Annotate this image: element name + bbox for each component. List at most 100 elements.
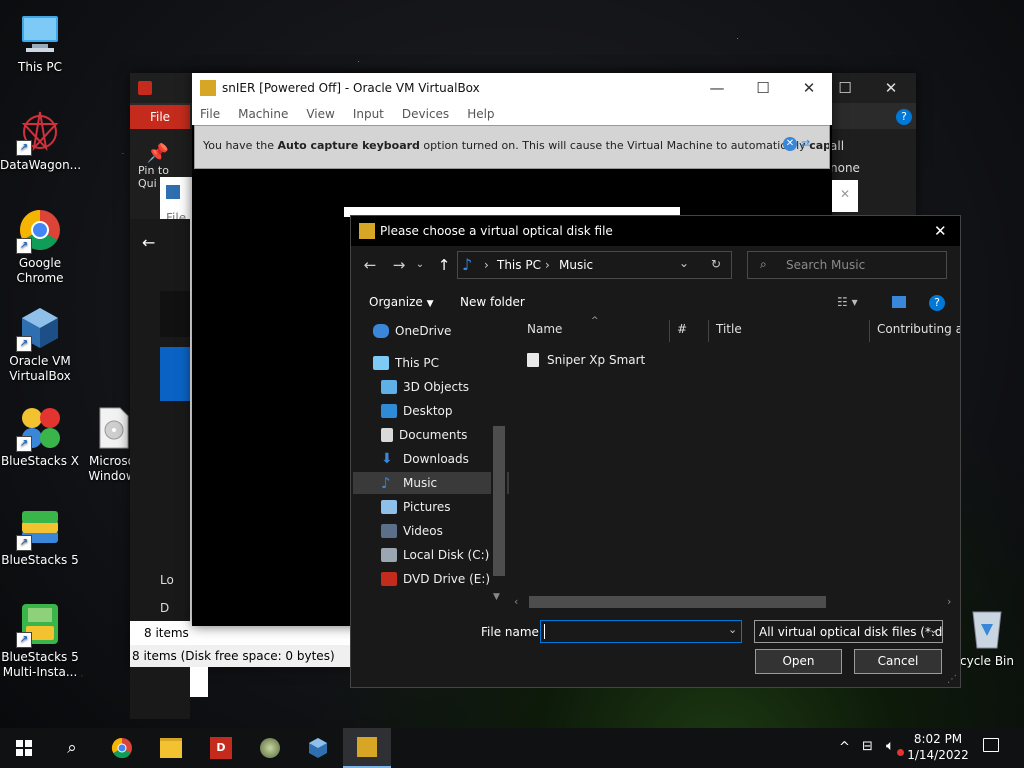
back-arrow-icon[interactable]: ←	[142, 233, 155, 252]
file-type-filter-select[interactable]: All virtual optical disk files (*.dr ⌄	[754, 620, 943, 643]
taskbar-file-explorer[interactable]	[147, 728, 195, 768]
file-name-input[interactable]: ⌄	[540, 620, 742, 643]
scroll-down-icon[interactable]: ▼	[493, 592, 500, 602]
organize-button[interactable]: Organize ▼	[369, 295, 434, 309]
address-bar[interactable]: ♪ › This PC › Music ⌄ ↻	[457, 251, 732, 279]
address-dropdown-chevron-icon[interactable]: ⌄	[679, 256, 689, 270]
taskbar-vbox-vm[interactable]	[343, 728, 391, 768]
popup-close-icon[interactable]: ✕	[832, 180, 858, 212]
column-header-number[interactable]: #	[677, 316, 687, 342]
preview-pane-icon[interactable]	[892, 296, 906, 308]
music-icon: ♪	[462, 255, 473, 274]
list-label: D	[160, 601, 170, 615]
notice-close-icon[interactable]: ✕	[783, 137, 797, 151]
desktop-icon-bluestacks-5[interactable]: ↗ BlueStacks 5	[0, 503, 80, 568]
help-icon[interactable]: ?	[896, 109, 912, 125]
recent-locations-chevron-icon[interactable]: ⌄	[413, 255, 427, 275]
notifications-icon[interactable]	[983, 738, 999, 752]
breadcrumb-separator-icon: ›	[545, 258, 550, 272]
desktop-icon-label: cycle Bin	[960, 654, 1014, 668]
vbox-close-button[interactable]: ✕	[786, 73, 832, 103]
cancel-button[interactable]: Cancel	[854, 649, 942, 674]
column-divider[interactable]	[669, 320, 670, 342]
breadcrumb-separator-icon: ›	[484, 258, 489, 272]
navigation-pane: OneDrive This PC 3D Objects Desktop Docu…	[351, 309, 517, 611]
desktop-icon-label: This PC	[18, 60, 62, 74]
new-folder-button[interactable]: New folder	[460, 295, 525, 309]
show-hidden-icons-chevron-icon[interactable]: ^	[839, 740, 850, 755]
desktop-icon-chrome[interactable]: ↗ Google Chrome	[0, 206, 80, 286]
desktop-icon-datawagon[interactable]: ↗ DataWagon...	[0, 108, 82, 173]
taskbar-datawagon[interactable]: D	[197, 728, 245, 768]
menu-devices[interactable]: Devices	[402, 103, 449, 125]
search-button[interactable]: ⌕	[48, 728, 96, 768]
nav-item-onedrive[interactable]: OneDrive	[353, 320, 509, 342]
breadcrumb-this-pc[interactable]: This PC	[497, 258, 541, 272]
desktop-icon-virtualbox[interactable]: ↗ Oracle VM VirtualBox	[0, 304, 80, 384]
column-header-name[interactable]: Name	[527, 316, 562, 342]
desktop-icon-this-pc[interactable]: This PC	[0, 10, 80, 75]
taskbar-app[interactable]	[246, 728, 294, 768]
file-name: Sniper Xp Smart	[547, 353, 646, 367]
open-button[interactable]: Open	[755, 649, 842, 674]
desktop-icon-label: Oracle VM VirtualBox	[9, 354, 71, 383]
volume-muted-icon[interactable]: 🔈︎	[886, 738, 894, 754]
forward-arrow-icon[interactable]: →	[387, 255, 411, 275]
desktop-icon-label: DataWagon...	[0, 158, 82, 172]
back-arrow-icon[interactable]: ←	[358, 255, 382, 275]
menu-machine[interactable]: Machine	[238, 103, 288, 125]
desktop-icon-bluestacks-multi[interactable]: ↗ BlueStacks 5 Multi-Insta...	[0, 600, 80, 680]
column-header-title[interactable]: Title	[716, 316, 742, 342]
desktop-icon-recycle-bin[interactable]: cycle Bin	[952, 604, 1022, 669]
column-divider[interactable]	[869, 320, 870, 342]
file-tab[interactable]: File	[130, 105, 190, 129]
clock[interactable]: 8:02 PM 1/14/2022	[906, 731, 970, 763]
select-all[interactable]: all	[830, 135, 860, 157]
start-button[interactable]	[0, 728, 48, 768]
taskbar-chrome[interactable]	[98, 728, 146, 768]
volume-muted-badge	[897, 749, 904, 756]
scroll-right-icon[interactable]: ›	[947, 595, 951, 608]
notice-info-icon[interactable]: ⇄	[801, 137, 817, 151]
vbox-minimize-button[interactable]: —	[694, 73, 740, 103]
resize-grip-icon[interactable]: ⋰	[947, 674, 957, 685]
choose-optical-disk-dialog[interactable]: Please choose a virtual optical disk fil…	[350, 215, 961, 688]
recycle-bin-icon	[963, 604, 1011, 652]
horizontal-scrollbar-thumb[interactable]	[529, 596, 826, 608]
list-item-selected[interactable]	[160, 347, 190, 401]
disc-file-icon	[527, 353, 539, 367]
nav-scrollbar-thumb[interactable]	[493, 426, 505, 576]
column-header-contributing-artists[interactable]: Contributing art	[877, 316, 960, 342]
chrome-icon: ↗	[16, 206, 64, 254]
taskbar-virtualbox[interactable]	[294, 728, 342, 768]
search-box[interactable]: ⌕ Search Music	[747, 251, 947, 279]
select-none[interactable]: none	[830, 157, 860, 179]
explorer-status-bar: 8 items (Disk free space: 0 bytes)	[130, 645, 350, 667]
file-row[interactable]: Sniper Xp Smart	[527, 350, 645, 370]
chevron-down-icon[interactable]: ⌄	[728, 623, 737, 636]
vbox-maximize-button[interactable]: ☐	[740, 73, 786, 103]
dialog-title: Please choose a virtual optical disk fil…	[380, 224, 613, 238]
help-icon[interactable]: ?	[929, 295, 945, 311]
view-options-icon[interactable]: ☷ ▾	[837, 295, 858, 309]
breadcrumb-music[interactable]: Music	[559, 258, 593, 272]
horizontal-scrollbar[interactable]: ‹ ›	[511, 594, 959, 610]
scroll-left-icon[interactable]: ‹	[514, 595, 518, 608]
dialog-close-icon[interactable]: ✕	[934, 222, 947, 240]
menu-help[interactable]: Help	[467, 103, 494, 125]
disk-icon	[381, 548, 397, 562]
column-divider[interactable]	[708, 320, 709, 342]
menu-input[interactable]: Input	[353, 103, 384, 125]
up-arrow-icon[interactable]: ↑	[432, 255, 456, 275]
nav-scrollbar[interactable]: ▼	[491, 314, 507, 608]
menu-file[interactable]: File	[200, 103, 220, 125]
menu-view[interactable]: View	[306, 103, 334, 125]
search-icon: ⌕	[760, 257, 767, 271]
explorer-close-button[interactable]: ✕	[868, 73, 914, 103]
refresh-icon[interactable]: ↻	[711, 257, 721, 271]
nav-item-this-pc[interactable]: This PC	[353, 352, 509, 374]
list-item[interactable]	[160, 291, 190, 337]
network-icon[interactable]: ⊟	[862, 739, 873, 754]
desktop-icon-bluestacks-x[interactable]: ↗ BlueStacks X	[0, 404, 80, 469]
text-caret	[544, 624, 545, 639]
